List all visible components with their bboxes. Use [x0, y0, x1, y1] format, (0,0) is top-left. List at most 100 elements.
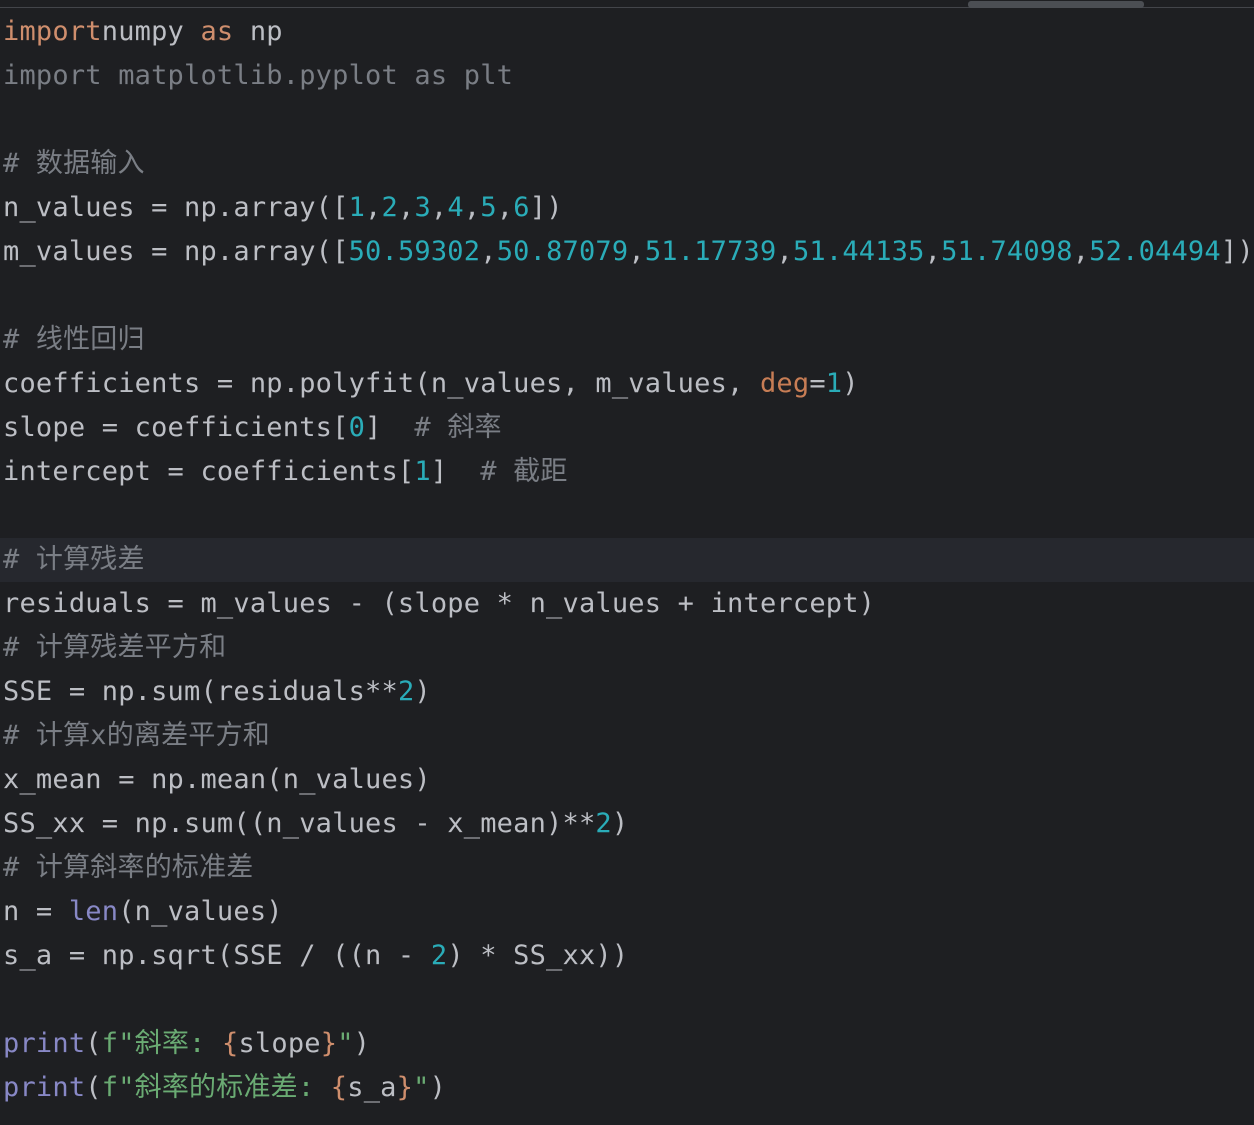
comment-line[interactable]: # 计算残差: [0, 538, 1254, 582]
code-token: ,: [496, 192, 514, 223]
code-token: # 斜率: [414, 412, 502, 443]
code-token: ,: [776, 236, 793, 267]
comment-line[interactable]: # 计算斜率的标准差: [0, 846, 1254, 890]
code-token: numpy: [101, 16, 201, 47]
code-token: 50.87079: [496, 236, 629, 267]
code-line[interactable]: coefficients = np.polyfit(n_values, m_va…: [0, 362, 1254, 406]
code-token: import: [3, 16, 102, 47]
code-token: np: [233, 16, 283, 47]
code-token: ): [429, 1072, 447, 1103]
code-line[interactable]: intercept = coefficients[1] # 截距: [0, 450, 1254, 494]
comment-line[interactable]: # 数据输入: [0, 142, 1254, 186]
code-token: ,: [1072, 236, 1090, 267]
code-line[interactable]: m_values = np.array([50.59302,50.87079,5…: [0, 230, 1254, 274]
code-token: # 计算斜率的标准差: [3, 852, 254, 883]
code-line[interactable]: s_a = np.sqrt(SSE / ((n - 2) * SS_xx)): [0, 934, 1254, 978]
code-token: ,: [924, 236, 942, 267]
code-token: ]): [1220, 236, 1254, 267]
code-token: as: [200, 16, 234, 47]
code-token: ,: [397, 192, 415, 223]
code-area[interactable]: importnumpy as np import matplotlib.pyplo…: [0, 10, 1254, 1110]
code-token: n_values = np.array([: [3, 192, 349, 223]
code-token: # 计算x的离差平方和: [3, 720, 270, 751]
code-token: 2: [397, 676, 415, 707]
code-token: {: [221, 1028, 239, 1059]
code-token: ]: [430, 456, 481, 487]
code-token: ": [413, 1072, 430, 1103]
code-token: print: [3, 1072, 86, 1103]
code-line[interactable]: SSE = np.sum(residuals**2): [0, 670, 1254, 714]
code-token: f"斜率的标准差:: [101, 1072, 331, 1103]
code-token: }: [320, 1028, 338, 1059]
code-token: # 截距: [480, 456, 568, 487]
code-line[interactable]: residuals = m_values - (slope * n_values…: [0, 582, 1254, 626]
code-token: SSE = np.sum(residuals**: [3, 676, 398, 707]
code-token: ) * SS_xx)): [447, 940, 629, 971]
code-token: 2: [595, 808, 612, 839]
code-token: 1: [414, 456, 431, 487]
code-line[interactable]: slope = coefficients[0] # 斜率: [0, 406, 1254, 450]
code-token: slope = coefficients[: [3, 412, 349, 443]
code-token: (: [85, 1028, 102, 1059]
code-token: =: [809, 368, 826, 399]
blank-line[interactable]: [0, 274, 1254, 318]
code-token: ): [353, 1028, 371, 1059]
code-token: 1: [825, 368, 843, 399]
code-token: 2: [381, 192, 398, 223]
code-token: 6: [513, 192, 530, 223]
code-token: SS_xx = np.sum((n_values - x_mean)**: [3, 808, 596, 839]
code-token: s_a = np.sqrt(SSE / ((n -: [3, 940, 431, 971]
blank-line[interactable]: [0, 494, 1254, 538]
blank-line[interactable]: [0, 98, 1254, 142]
code-token: coefficients = np.polyfit(n_values, m_va…: [3, 368, 760, 399]
code-token: 5: [480, 192, 497, 223]
code-token: f"斜率:: [101, 1028, 222, 1059]
code-token: 4: [447, 192, 464, 223]
code-editor[interactable]: importnumpy as np import matplotlib.pyplo…: [0, 0, 1254, 1125]
code-token: # 计算残差: [3, 544, 145, 575]
comment-line[interactable]: # 线性回归: [0, 318, 1254, 362]
code-token: }: [396, 1072, 414, 1103]
code-token: ,: [430, 192, 448, 223]
code-token: slope: [238, 1028, 321, 1059]
code-token: ): [611, 808, 629, 839]
code-token: 51.17739: [644, 236, 777, 267]
code-token: 50.59302: [348, 236, 481, 267]
code-token: 51.74098: [941, 236, 1073, 267]
code-line[interactable]: print(f"斜率: {slope}"): [0, 1022, 1254, 1066]
code-line[interactable]: x_mean = np.mean(n_values): [0, 758, 1254, 802]
code-token: ]): [529, 192, 563, 223]
code-token: m_values = np.array([: [3, 236, 349, 267]
code-token: deg: [759, 368, 810, 399]
comment-line[interactable]: # 计算残差平方和: [0, 626, 1254, 670]
code-token: (n_values): [118, 896, 283, 927]
code-token: # 线性回归: [3, 324, 145, 355]
code-token: 1: [348, 192, 366, 223]
code-token: 51.44135: [792, 236, 925, 267]
code-token: ,: [463, 192, 481, 223]
code-line[interactable]: n = len(n_values): [0, 890, 1254, 934]
horizontal-scrollbar-thumb[interactable]: [968, 1, 1144, 8]
code-token: intercept = coefficients[: [3, 456, 415, 487]
code-line[interactable]: import matplotlib.pyplot as plt: [0, 54, 1254, 98]
code-token: print: [3, 1028, 86, 1059]
code-token: ": [337, 1028, 354, 1059]
code-token: ,: [628, 236, 645, 267]
code-token: 52.04494: [1089, 236, 1221, 267]
blank-line[interactable]: [0, 978, 1254, 1022]
code-line[interactable]: importnumpy as np: [0, 10, 1254, 54]
code-token: s_a: [347, 1072, 397, 1103]
code-token: (: [85, 1072, 102, 1103]
code-token: ,: [365, 192, 382, 223]
code-line[interactable]: print(f"斜率的标准差: {s_a}"): [0, 1066, 1254, 1110]
code-token: # 计算残差平方和: [3, 632, 227, 663]
code-token: import matplotlib.pyplot as plt: [3, 60, 514, 91]
code-line[interactable]: SS_xx = np.sum((n_values - x_mean)**2): [0, 802, 1254, 846]
code-line[interactable]: n_values = np.array([1,2,3,4,5,6]): [0, 186, 1254, 230]
code-token: ): [414, 676, 431, 707]
code-token: x_mean = np.mean(n_values): [3, 764, 431, 795]
code-token: n =: [3, 896, 69, 927]
code-token: # 数据输入: [3, 148, 145, 179]
comment-line[interactable]: # 计算x的离差平方和: [0, 714, 1254, 758]
code-token: ,: [480, 236, 497, 267]
